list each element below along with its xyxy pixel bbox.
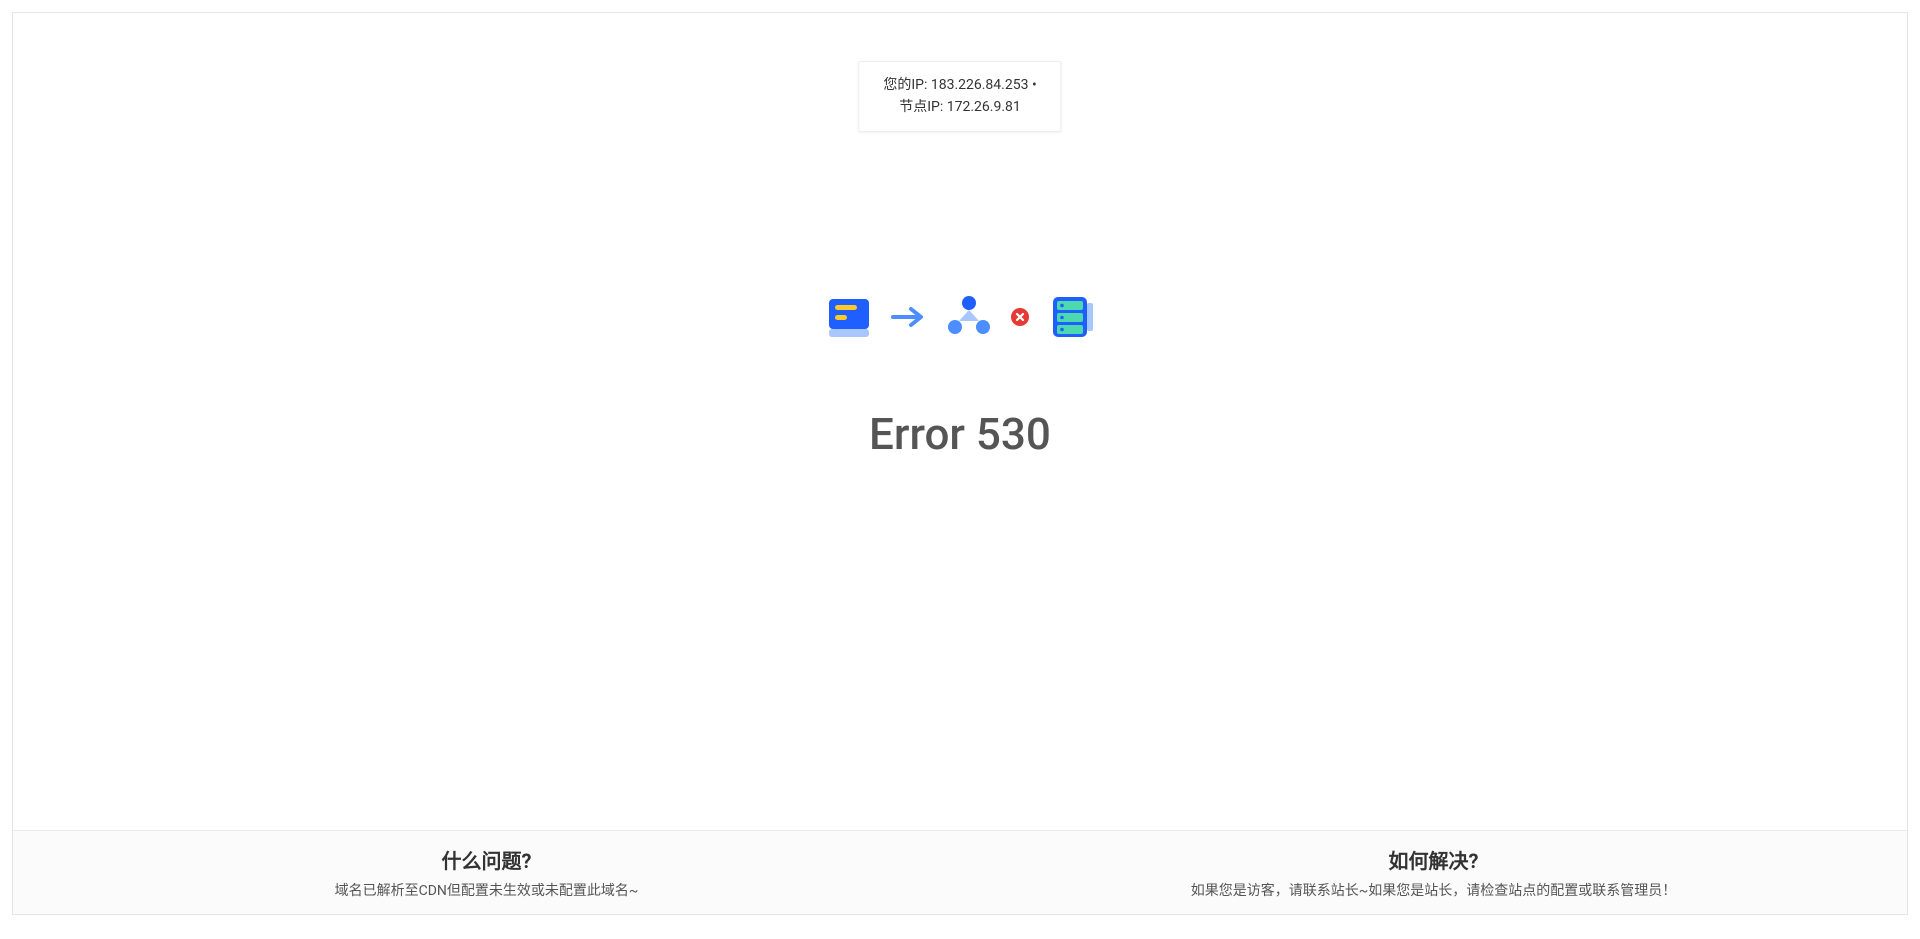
ip-line-2: 节点IP: 172.26.9.81: [883, 96, 1036, 118]
arrow-right-icon: [891, 305, 927, 333]
footer-problem-column: 什么问题? 域名已解析至CDN但配置未生效或未配置此域名~: [13, 831, 960, 914]
error-x-icon: [1011, 308, 1029, 330]
node-ip-value: 172.26.9.81: [947, 99, 1021, 115]
your-ip-label: 您的IP:: [883, 77, 927, 93]
footer: 什么问题? 域名已解析至CDN但配置未生效或未配置此域名~ 如何解决? 如果您是…: [13, 830, 1907, 914]
your-ip-value: 183.226.84.253: [931, 77, 1029, 93]
ip-line-1: 您的IP: 183.226.84.253 •: [883, 74, 1036, 96]
server-icon: [1047, 293, 1095, 345]
footer-problem-title: 什么问题?: [13, 845, 960, 874]
ip-info-box: 您的IP: 183.226.84.253 • 节点IP: 172.26.9.81: [858, 61, 1061, 132]
footer-solution-desc: 如果您是访客，请联系站长~如果您是站长，请检查站点的配置或联系管理员！: [960, 880, 1907, 900]
footer-problem-desc: 域名已解析至CDN但配置未生效或未配置此域名~: [13, 880, 960, 900]
network-icon: [945, 293, 993, 345]
footer-solution-column: 如何解决? 如果您是访客，请联系站长~如果您是站长，请检查站点的配置或联系管理员…: [960, 831, 1907, 914]
ip-separator: •: [1032, 77, 1037, 93]
footer-solution-title: 如何解决?: [960, 845, 1907, 874]
error-title: Error 530: [869, 408, 1051, 460]
browser-icon: [825, 293, 873, 345]
node-ip-label: 节点IP:: [899, 99, 943, 115]
page-frame: 您的IP: 183.226.84.253 • 节点IP: 172.26.9.81: [12, 12, 1908, 915]
connection-diagram: [825, 293, 1095, 345]
